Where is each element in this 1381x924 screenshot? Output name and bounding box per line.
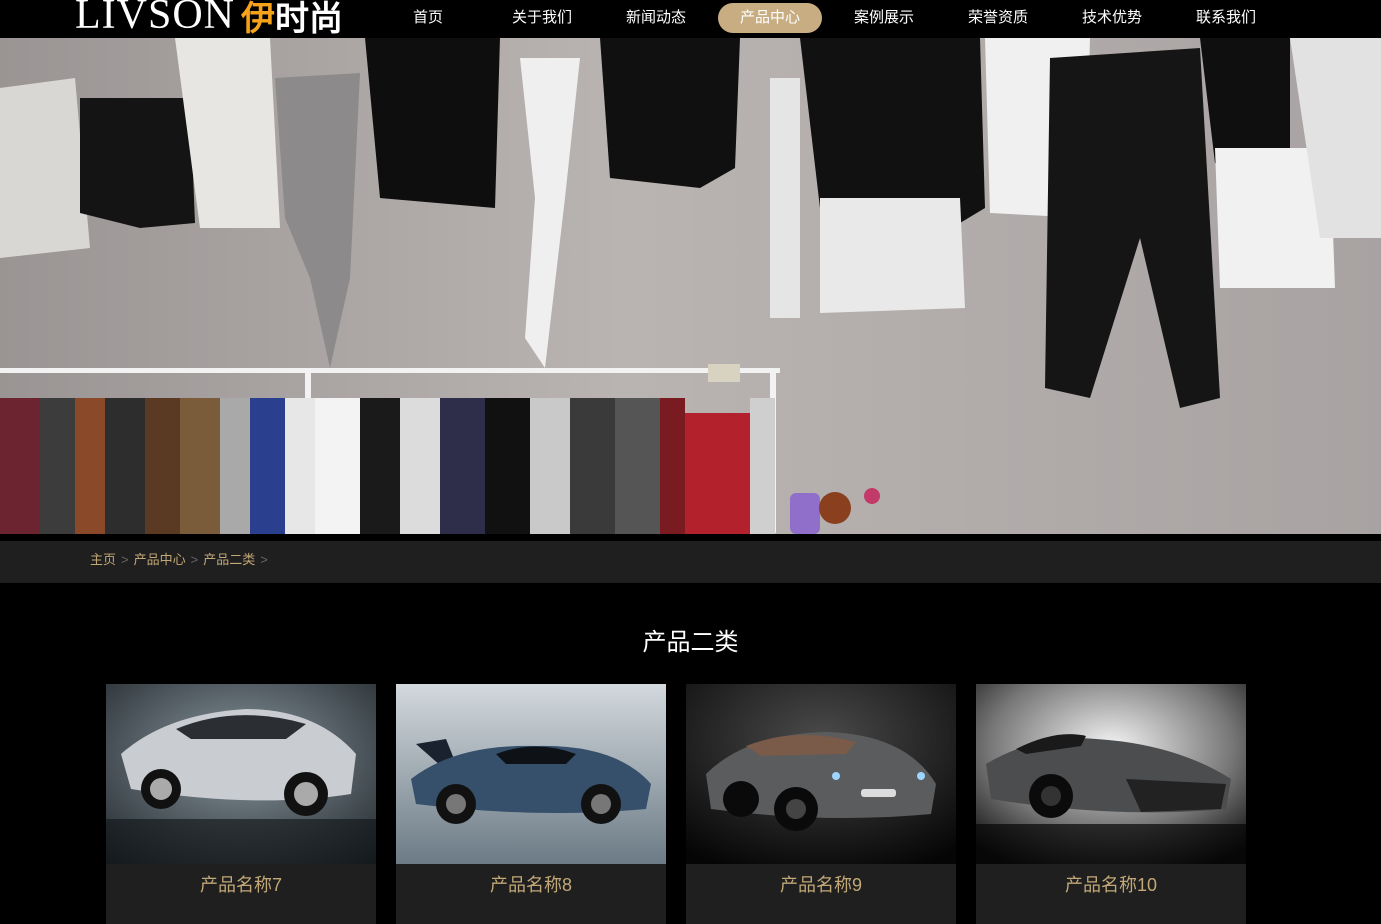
breadcrumb-products[interactable]: 产品中心: [134, 552, 186, 567]
product-name[interactable]: 产品名称7: [106, 864, 376, 904]
breadcrumb-separator: >: [121, 552, 129, 567]
product-name[interactable]: 产品名称10: [976, 864, 1246, 904]
breadcrumb-separator: >: [260, 552, 268, 567]
top-navigation-bar: LIVSON 伊 时尚 首页 关于我们 新闻动态 产品中心 案例展示 荣誉资质 …: [0, 0, 1381, 38]
product-image-dark-concept-car[interactable]: [686, 684, 956, 864]
product-grid: 产品名称7 产品名称8 产品名称9 产品名称10: [106, 684, 1266, 924]
product-name[interactable]: 产品名称8: [396, 864, 666, 904]
logo-chinese: 伊 时尚: [241, 2, 343, 36]
nav-item-products[interactable]: 产品中心: [718, 3, 822, 33]
product-image-grey-supercar[interactable]: [976, 684, 1246, 864]
banner-image: [0, 38, 1381, 534]
product-image-silver-sports-car[interactable]: [106, 684, 376, 864]
logo-text: LIVSON: [75, 0, 235, 38]
product-name[interactable]: 产品名称9: [686, 864, 956, 904]
main-nav: 首页 关于我们 新闻动态 产品中心 案例展示 荣誉资质 技术优势 联系我们: [376, 3, 1288, 33]
section-title: 产品二类: [642, 629, 739, 656]
breadcrumb-category[interactable]: 产品二类: [203, 552, 255, 567]
product-card[interactable]: 产品名称10: [976, 684, 1246, 924]
nav-item-cases[interactable]: 案例展示: [832, 3, 936, 33]
nav-item-news[interactable]: 新闻动态: [604, 3, 708, 33]
nav-item-contact[interactable]: 联系我们: [1174, 3, 1278, 33]
nav-item-about[interactable]: 关于我们: [490, 3, 594, 33]
nav-item-honors[interactable]: 荣誉资质: [946, 3, 1050, 33]
nav-item-technology[interactable]: 技术优势: [1060, 3, 1164, 33]
logo-chinese-first: 伊: [241, 0, 275, 38]
breadcrumb-separator: >: [190, 552, 199, 567]
breadcrumb-home[interactable]: 主页: [90, 552, 116, 567]
product-image-blue-race-car[interactable]: [396, 684, 666, 864]
product-card[interactable]: 产品名称7: [106, 684, 376, 924]
logo-chinese-rest: 时尚: [275, 0, 343, 38]
product-card[interactable]: 产品名称9: [686, 684, 956, 924]
site-logo[interactable]: LIVSON 伊 时尚: [75, 0, 343, 36]
product-card[interactable]: 产品名称8: [396, 684, 666, 924]
breadcrumb: 主页 > 产品中心 > 产品二类 >: [90, 541, 273, 579]
nav-item-home[interactable]: 首页: [376, 3, 480, 33]
breadcrumb-bar: 主页 > 产品中心 > 产品二类 >: [0, 541, 1381, 583]
